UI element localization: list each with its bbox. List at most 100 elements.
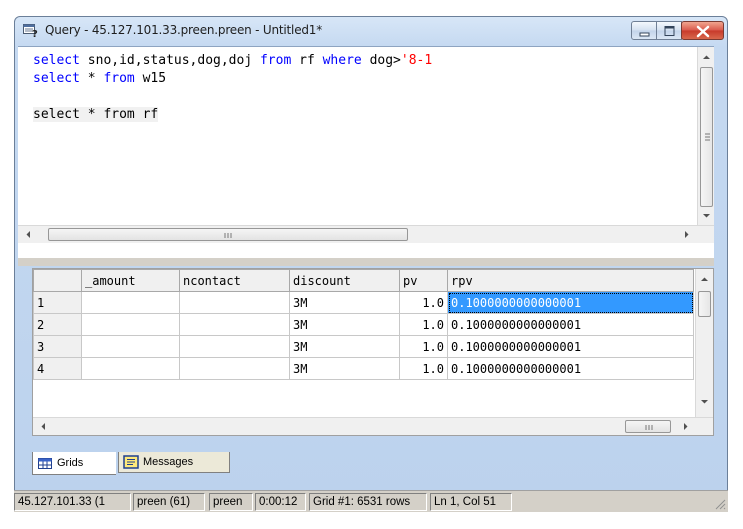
- tab-messages[interactable]: Messages: [118, 452, 230, 473]
- tab-grids[interactable]: Grids: [32, 452, 116, 475]
- sql-token: where: [322, 53, 370, 68]
- row-number[interactable]: 2: [33, 313, 82, 336]
- scroll-down-icon[interactable]: [696, 393, 713, 410]
- column-header[interactable]: _amount: [81, 269, 180, 292]
- results-grid[interactable]: _amount ncontact discount pv rpv 1 3M 1.0 0…: [32, 268, 714, 436]
- editor-horizontal-scrollbar[interactable]: [18, 225, 714, 243]
- grid-vertical-thumb[interactable]: [698, 291, 711, 317]
- table-row[interactable]: 3 3M 1.0 0.1000000000000001: [33, 335, 694, 358]
- editor-vertical-thumb[interactable]: [700, 67, 713, 207]
- resize-grip-icon[interactable]: [714, 498, 726, 510]
- scroll-right-icon[interactable]: [677, 418, 694, 435]
- scroll-left-icon[interactable]: [20, 226, 37, 243]
- grid-cell[interactable]: [81, 291, 180, 314]
- sql-token: rf: [142, 107, 159, 122]
- scroll-down-icon[interactable]: [698, 207, 715, 224]
- grid-horizontal-thumb[interactable]: [625, 420, 671, 433]
- grid-cell[interactable]: 1.0: [399, 313, 448, 336]
- tab-grids-label: Grids: [57, 457, 84, 469]
- sql-token: *: [87, 107, 104, 122]
- grid-cell[interactable]: [179, 313, 290, 336]
- grid-cell[interactable]: [81, 357, 180, 380]
- query-window-icon: ?: [23, 24, 38, 38]
- editor-horizontal-thumb[interactable]: [48, 228, 408, 241]
- table-row[interactable]: 4 3M 1.0 0.1000000000000001: [33, 357, 694, 380]
- sql-token: dog>: [369, 53, 401, 68]
- editor-vertical-scrollbar[interactable]: [697, 47, 714, 225]
- sql-token: sno,id,status,dog,doj: [87, 53, 260, 68]
- grid-cell[interactable]: 3M: [289, 313, 400, 336]
- sql-token: from: [103, 71, 143, 86]
- row-number[interactable]: 4: [33, 357, 82, 380]
- grid-cell[interactable]: 1.0: [399, 357, 448, 380]
- minimize-button[interactable]: [631, 21, 657, 40]
- grid-cell[interactable]: [81, 313, 180, 336]
- table-row[interactable]: 1 3M 1.0 0.1000000000000001: [33, 291, 694, 314]
- close-icon: [696, 25, 710, 38]
- status-row-count: Grid #1: 6531 rows: [309, 493, 427, 511]
- sql-token: select: [33, 71, 88, 86]
- sql-line[interactable]: [33, 88, 432, 106]
- grid-horizontal-scrollbar[interactable]: [33, 417, 713, 435]
- grid-cell[interactable]: 0.1000000000000001: [447, 291, 694, 314]
- thumb-grip-icon: [224, 233, 232, 238]
- results-table: _amount ncontact discount pv rpv 1 3M 1.0 0…: [33, 269, 694, 380]
- status-server: 45.127.101.33 (1: [14, 493, 131, 511]
- column-header[interactable]: rpv: [447, 269, 694, 292]
- sql-text[interactable]: select sno,id,status,dog,doj from rf whe…: [33, 52, 432, 124]
- column-header[interactable]: pv: [399, 269, 448, 292]
- grid-cell[interactable]: 0.1000000000000001: [447, 313, 694, 336]
- maximize-button[interactable]: [656, 21, 682, 40]
- grid-vertical-scrollbar[interactable]: [695, 269, 713, 419]
- scroll-up-icon[interactable]: [698, 49, 715, 66]
- grid-cell[interactable]: 3M: [289, 291, 400, 314]
- sql-line[interactable]: select * from rf: [33, 106, 432, 124]
- scroll-left-icon[interactable]: [35, 418, 52, 435]
- grid-cell[interactable]: 3M: [289, 335, 400, 358]
- status-user: preen (61): [133, 493, 205, 511]
- sql-token: *: [87, 71, 104, 86]
- thumb-grip-icon: [645, 425, 653, 430]
- table-row[interactable]: 2 3M 1.0 0.1000000000000001: [33, 313, 694, 336]
- sql-token: select: [33, 53, 88, 68]
- minimize-icon: [639, 32, 650, 37]
- messages-icon: [123, 455, 139, 469]
- grid-cell[interactable]: [81, 335, 180, 358]
- column-header[interactable]: ncontact: [179, 269, 290, 292]
- row-number[interactable]: 3: [33, 335, 82, 358]
- grid-cell[interactable]: [179, 335, 290, 358]
- pane-splitter[interactable]: [18, 258, 714, 266]
- grid-cell[interactable]: [179, 357, 290, 380]
- close-button[interactable]: [681, 21, 724, 40]
- grid-cell[interactable]: [179, 291, 290, 314]
- grid-icon: [38, 458, 52, 469]
- status-bar: 45.127.101.33 (1 preen (61) preen 0:00:1…: [14, 490, 728, 512]
- title-bar[interactable]: ? Query - 45.127.101.33.preen.preen - Un…: [15, 17, 727, 45]
- sql-line[interactable]: select sno,id,status,dog,doj from rf whe…: [33, 52, 432, 70]
- row-number[interactable]: 1: [33, 291, 82, 314]
- scroll-up-icon[interactable]: [696, 271, 713, 288]
- grid-cell[interactable]: 3M: [289, 357, 400, 380]
- sql-token: from: [103, 107, 143, 122]
- grid-cell[interactable]: 0.1000000000000001: [447, 357, 694, 380]
- sql-token: w15: [142, 71, 167, 86]
- grid-cell[interactable]: 1.0: [399, 291, 448, 314]
- window-title: Query - 45.127.101.33.preen.preen - Unti…: [45, 23, 323, 37]
- scroll-right-icon[interactable]: [678, 226, 695, 243]
- sql-line[interactable]: select * from w15: [33, 70, 432, 88]
- status-elapsed: 0:00:12: [255, 493, 306, 511]
- sql-token: select: [33, 107, 88, 122]
- grid-cell[interactable]: 1.0: [399, 335, 448, 358]
- status-database: preen: [209, 493, 253, 511]
- svg-text:?: ?: [32, 29, 38, 38]
- column-header[interactable]: discount: [289, 269, 400, 292]
- sql-token: from: [259, 53, 300, 68]
- maximize-icon: [664, 26, 675, 36]
- grid-cell[interactable]: 0.1000000000000001: [447, 335, 694, 358]
- sql-token: rf: [299, 53, 323, 68]
- grid-corner[interactable]: [33, 269, 82, 292]
- thumb-grip-icon: [705, 133, 710, 141]
- status-cursor-position: Ln 1, Col 51: [430, 493, 512, 511]
- sql-token: '8-1: [400, 53, 433, 68]
- sql-editor[interactable]: select sno,id,status,dog,doj from rf whe…: [18, 46, 714, 258]
